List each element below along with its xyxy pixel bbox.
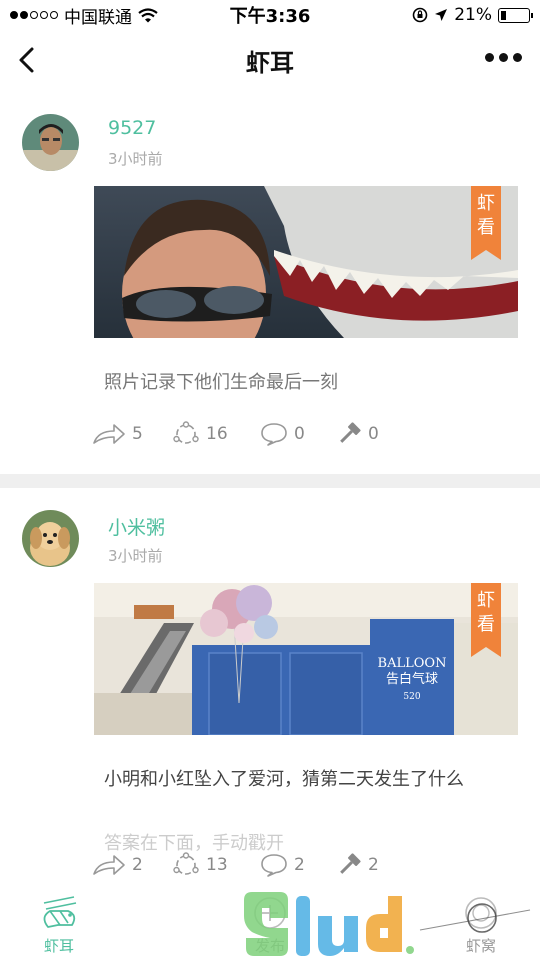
share-action[interactable]: 5 — [92, 423, 172, 445]
signal-icon — [10, 11, 58, 19]
location-arrow-icon — [435, 9, 448, 21]
wifi-icon — [138, 7, 158, 22]
comment-icon — [261, 423, 287, 446]
nest-icon — [465, 897, 497, 929]
like-count: 13 — [206, 855, 228, 875]
share-icon — [93, 855, 125, 875]
username[interactable]: 9527 — [108, 117, 156, 139]
shrimp-watch-tag: 虾看 — [471, 583, 501, 657]
hammer-icon — [340, 853, 361, 874]
battery-level — [501, 10, 507, 20]
carrier-label: 中国联通 — [64, 7, 132, 28]
like-action[interactable]: 16 — [172, 421, 260, 447]
tab-label: 发布 — [254, 937, 285, 955]
hammer-count: 2 — [368, 855, 379, 875]
hammer-icon — [340, 422, 361, 443]
bubble-icon — [173, 421, 199, 444]
like-count: 16 — [206, 424, 228, 444]
sign-text-balloon: BALLOON — [378, 656, 447, 671]
back-icon[interactable] — [10, 42, 46, 78]
post-image[interactable]: 虾看 — [94, 186, 518, 338]
post-caption[interactable]: 照片记录下他们生命最后一刻 — [104, 368, 338, 394]
tab-shrimp-nest[interactable]: 虾窝 — [452, 893, 510, 956]
battery-icon — [498, 7, 533, 23]
post-caption[interactable]: 小明和小红坠入了爱河，猜第二天发生了什么 — [104, 765, 464, 791]
battery-label: 21% — [454, 5, 492, 25]
comment-action[interactable]: 2 — [260, 853, 336, 877]
share-count: 5 — [132, 424, 143, 444]
share-action[interactable]: 2 — [92, 854, 172, 876]
tab-publish[interactable]: 发布 — [240, 893, 300, 956]
comment-icon — [261, 854, 287, 877]
bottom-tab-bar: 虾耳 发布 虾窝 — [0, 880, 540, 960]
avatar[interactable] — [22, 114, 79, 171]
nav-bar: 虾耳 — [0, 32, 540, 88]
post-divider — [0, 474, 540, 488]
post-actions: 5 16 0 0 — [92, 421, 379, 447]
sign-text-chinese: 告白气球 — [386, 671, 438, 687]
comment-count: 0 — [294, 424, 305, 444]
tab-label: 虾耳 — [43, 937, 74, 955]
hammer-action[interactable]: 2 — [336, 852, 379, 878]
username[interactable]: 小米粥 — [108, 513, 165, 540]
comment-count: 2 — [294, 855, 305, 875]
status-left: 中国联通 — [10, 3, 158, 28]
status-right: 21% — [412, 5, 533, 25]
like-action[interactable]: 13 — [172, 852, 260, 878]
shrimp-icon — [43, 896, 77, 928]
bubble-icon — [173, 852, 199, 875]
page-title: 虾耳 — [246, 48, 294, 77]
more-icon[interactable] — [485, 53, 522, 62]
post-time: 3小时前 — [108, 547, 163, 565]
comment-action[interactable]: 0 — [260, 422, 336, 446]
sign-text-520: 520 — [403, 692, 420, 702]
post-time: 3小时前 — [108, 150, 163, 168]
orientation-lock-icon — [412, 7, 428, 23]
status-bar: 中国联通 下午3:36 21% — [0, 0, 540, 30]
hammer-count: 0 — [368, 424, 379, 444]
share-count: 2 — [132, 855, 143, 875]
avatar[interactable] — [22, 510, 79, 567]
post-actions: 2 13 2 2 — [92, 852, 379, 878]
tab-label: 虾窝 — [465, 937, 496, 955]
tab-shrimp-ear[interactable]: 虾耳 — [30, 893, 88, 956]
post-image[interactable]: BALLOON 告白气球 520 虾看 — [94, 583, 518, 735]
hammer-action[interactable]: 0 — [336, 421, 379, 447]
share-icon — [93, 424, 125, 444]
publish-icon — [254, 897, 286, 929]
shrimp-watch-tag: 虾看 — [471, 186, 501, 260]
